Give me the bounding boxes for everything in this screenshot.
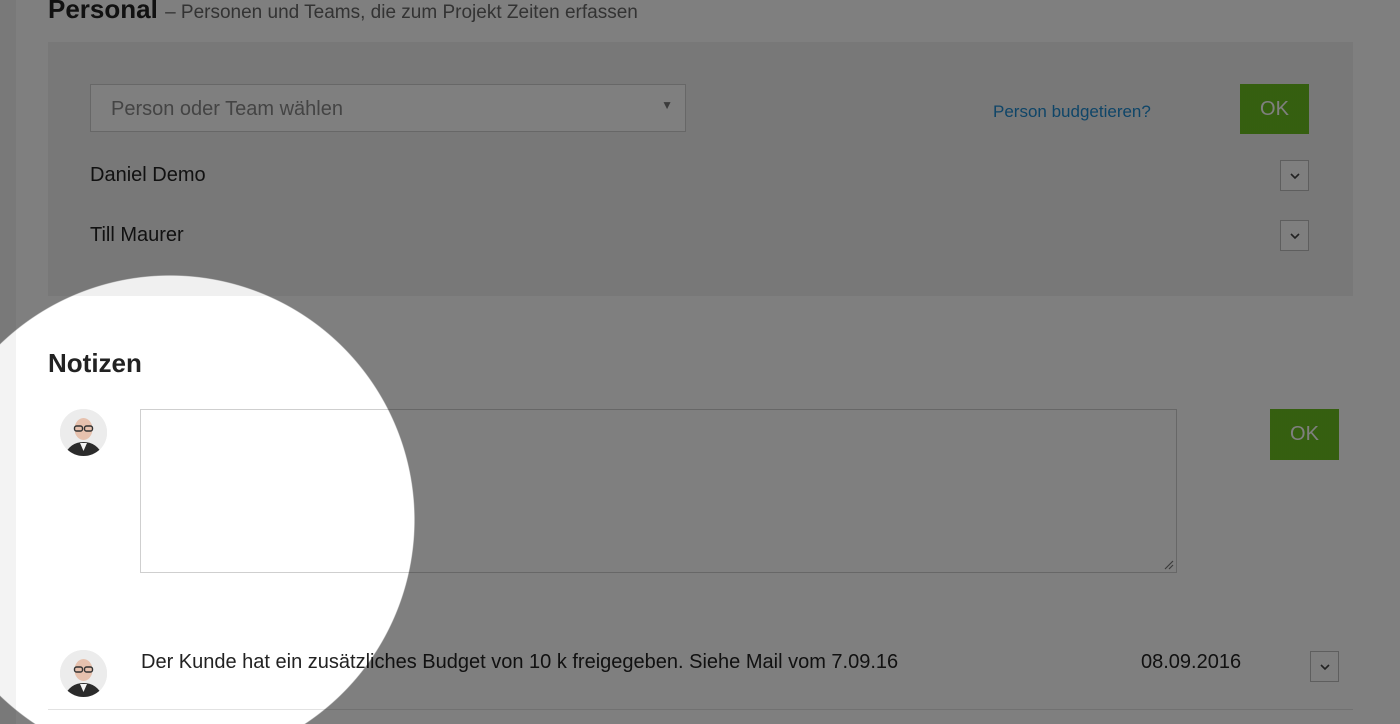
note-date: 08.09.2016 (1141, 651, 1242, 673)
chevron-down-icon (1289, 232, 1300, 239)
personal-panel (48, 42, 1353, 296)
person-name-till: Till Maurer (90, 224, 184, 246)
personal-subtitle: – Personen und Teams, die zum Projekt Ze… (165, 2, 638, 23)
personal-ok-button[interactable]: OK (1240, 84, 1309, 134)
personal-title: Personal (48, 0, 158, 24)
note-menu-button[interactable] (1310, 651, 1339, 682)
chevron-down-icon (1289, 172, 1300, 179)
avatar-image (60, 650, 107, 697)
user-avatar (60, 409, 107, 456)
budget-person-link[interactable]: Person budgetieren? (993, 102, 1151, 122)
person-team-select[interactable]: Person oder Team wählen ▼ (90, 84, 686, 132)
note-textarea[interactable] (140, 409, 1177, 573)
section-title-personal: Personal – Personen und Teams, die zum P… (48, 0, 638, 25)
chevron-down-icon (1319, 663, 1330, 670)
caret-down-icon: ▼ (661, 98, 673, 112)
select-placeholder: Person oder Team wählen (111, 98, 343, 120)
note-ok-button[interactable]: OK (1270, 409, 1339, 460)
person-menu-button[interactable] (1280, 220, 1309, 251)
person-menu-button[interactable] (1280, 160, 1309, 191)
resize-grip-icon[interactable] (1162, 558, 1174, 570)
note-text: Der Kunde hat ein zusätzliches Budget vo… (141, 651, 899, 673)
user-avatar (60, 650, 107, 697)
section-title-notes: Notizen (48, 348, 142, 378)
avatar-image (60, 409, 107, 456)
note-divider (48, 709, 1353, 710)
person-name-daniel: Daniel Demo (90, 164, 206, 186)
